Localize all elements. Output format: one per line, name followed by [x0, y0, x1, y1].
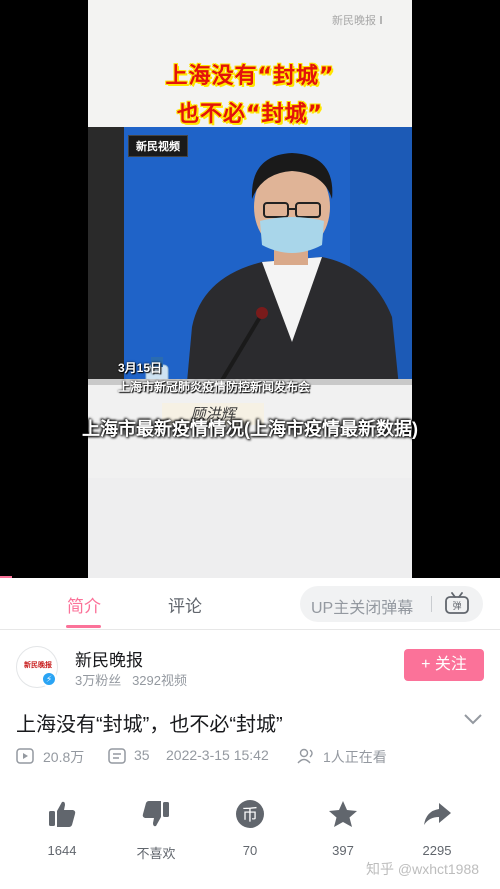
danmaku-count-icon [108, 748, 126, 764]
play-count-icon [16, 748, 34, 764]
dislike-button[interactable]: 不喜欢 [126, 795, 186, 862]
tab-bar: 简介 评论 UP主关闭弹幕 弹 [0, 578, 500, 630]
watching-count: 1人正在看 [323, 749, 387, 765]
uploader-stats: 3万粉丝 3292视频 [75, 670, 187, 689]
verified-icon: ⚡ [41, 671, 57, 687]
follow-button[interactable]: + 关注 [404, 649, 484, 681]
danmaku-status: UP主关闭弹幕 [311, 600, 414, 617]
coin-icon: 币 [236, 800, 264, 828]
svg-text:币: 币 [242, 805, 258, 824]
like-icon [49, 801, 76, 827]
danmaku-input[interactable]: UP主关闭弹幕 弹 [300, 586, 483, 622]
action-bar: 1644 不喜欢 币 70 397 2295 [0, 795, 500, 865]
video-meta: 20.8万 35 2022-3-15 15:42 1人正在看 [16, 746, 486, 766]
star-icon [329, 801, 357, 827]
caption-event: 上海市新冠肺炎疫情防控新闻发布会 [118, 380, 311, 394]
tab-underline [66, 625, 101, 628]
svg-text:弹: 弹 [452, 600, 461, 612]
video-title: 上海没有“封城”，也不必“封城” [16, 714, 283, 736]
video-count: 3292视频 [132, 673, 187, 688]
video-player[interactable]: 新民晚报 上海没有“封城” 也不必“封城” 新民视频 3月15日 上海市新冠肺炎… [0, 0, 500, 578]
share-button[interactable]: 2295 [407, 795, 467, 858]
coin-button[interactable]: 币 70 [220, 795, 280, 858]
source-watermark: 知乎 @wxhct1988 [366, 861, 480, 877]
favorite-count: 397 [332, 843, 354, 858]
fan-count: 3万粉丝 [75, 673, 122, 688]
banner-line-2: 也不必“封城” [177, 102, 323, 127]
coin-count: 70 [242, 843, 258, 858]
tab-intro[interactable]: 简介 [67, 592, 101, 617]
caption-date: 3月15日 [118, 361, 163, 375]
danmaku-settings-icon[interactable]: 弹 [444, 592, 470, 616]
uploader-name[interactable]: 新民晚报 [75, 646, 143, 671]
frame-watermark: 新民晚报 [332, 12, 394, 28]
like-button[interactable]: 1644 [32, 795, 92, 858]
like-count: 1644 [47, 843, 77, 858]
overlay-article-title: 上海市最新疫情情况(上海市疫情最新数据) [82, 419, 418, 439]
banner-line-1: 上海没有“封城” [165, 64, 335, 89]
favorite-button[interactable]: 397 [313, 795, 373, 858]
dislike-label: 不喜欢 [136, 846, 176, 861]
view-count: 20.8万 [43, 749, 85, 765]
publish-date: 2022-3-15 15:42 [166, 747, 269, 763]
dislike-icon [142, 801, 169, 827]
chevron-down-icon[interactable] [463, 712, 483, 726]
frame-header: 新民晚报 上海没有“封城” 也不必“封城” [88, 0, 412, 127]
share-icon [424, 803, 451, 825]
video-frame: 新民晚报 上海没有“封城” 也不必“封城” 新民视频 3月15日 上海市新冠肺炎… [88, 0, 412, 578]
danmaku-count: 35 [134, 747, 150, 763]
tab-comments[interactable]: 评论 [168, 592, 202, 617]
watching-icon [297, 748, 313, 764]
share-count: 2295 [422, 843, 452, 858]
